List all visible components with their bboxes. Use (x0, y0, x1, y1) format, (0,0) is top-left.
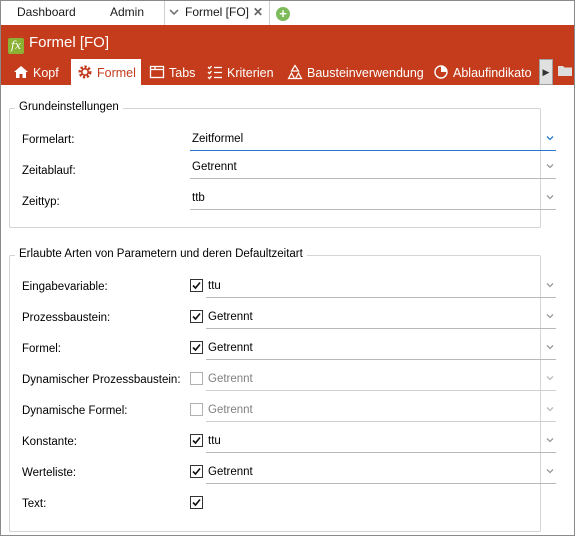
parameter-arten-group: Erlaubte Arten von Parametern und deren … (9, 248, 556, 532)
prozessbaustein-checkbox[interactable] (190, 310, 203, 323)
tab-ablaufindikator[interactable]: Ablaufindikato (433, 59, 537, 85)
formel-checkbox[interactable] (190, 341, 203, 354)
eingabevariable-value: ttu (208, 280, 221, 292)
formelart-combo[interactable]: Zeitformel (190, 131, 556, 151)
close-icon[interactable]: ✕ (253, 5, 263, 19)
doc-tab-formel[interactable]: Formel [FO] ✕ (164, 1, 271, 25)
formelart-label: Formelart: (22, 134, 75, 146)
chevron-down-icon[interactable] (546, 193, 554, 201)
formel-combo[interactable]: Getrennt (206, 340, 556, 360)
gear-icon (77, 64, 93, 80)
folder-icon[interactable] (557, 63, 573, 81)
eingabevariable-label: Eingabevariable: (22, 281, 108, 293)
dynamische-formel-label: Dynamische Formel: (22, 405, 128, 417)
zeitablauf-value: Getrennt (192, 161, 237, 173)
tab-scroll-right-button[interactable]: ▶ (539, 59, 553, 85)
dynamische-formel-combo[interactable]: Getrennt (206, 402, 556, 422)
tab-kriterien-label: Kriterien (227, 66, 274, 80)
konstante-label: Konstante: (22, 436, 77, 448)
eingabevariable-checkbox[interactable] (190, 279, 203, 292)
formelart-value: Zeitformel (192, 133, 244, 145)
chevron-down-icon[interactable] (546, 162, 554, 170)
window-title: fx Formel [FO] (8, 34, 109, 54)
werteliste-checkbox[interactable] (190, 465, 203, 478)
document-tab-strip: Dashboard Admin Formel [FO] ✕ + (1, 1, 574, 25)
prozessbaustein-combo[interactable]: Getrennt (206, 309, 556, 329)
chevron-down-icon[interactable] (546, 436, 554, 444)
checklist-icon (207, 64, 223, 80)
werteliste-value: Getrennt (208, 466, 253, 478)
add-tab-icon[interactable]: + (276, 7, 290, 21)
dynamische-formel-checkbox[interactable] (190, 403, 203, 416)
chevron-down-icon[interactable] (546, 374, 554, 382)
chevron-down-icon[interactable] (546, 134, 554, 142)
doc-tab-admin[interactable]: Admin (110, 5, 144, 19)
konstante-checkbox[interactable] (190, 434, 203, 447)
text-checkbox[interactable] (190, 496, 203, 509)
eingabevariable-combo[interactable]: ttu (206, 278, 556, 298)
window-title-label: Formel [FO] (29, 34, 110, 51)
tab-kopf[interactable]: Kopf (13, 59, 59, 85)
grundeinstellungen-group: Grundeinstellungen Formelart: Zeitformel… (9, 101, 556, 228)
chevron-down-icon[interactable] (546, 281, 554, 289)
tabs-icon (149, 64, 165, 80)
dynamischer-prozessbaustein-value: Getrennt (208, 373, 253, 385)
chevron-down-icon[interactable] (546, 343, 554, 351)
zeitablauf-combo[interactable]: Getrennt (190, 159, 556, 179)
tab-formel[interactable]: Formel (71, 59, 141, 85)
werteliste-label: Werteliste: (22, 467, 77, 479)
konstante-value: ttu (208, 435, 221, 447)
tab-bausteinverwendung[interactable]: Bausteinverwendung (287, 59, 424, 85)
dynamischer-prozessbaustein-checkbox[interactable] (190, 372, 203, 385)
prozessbaustein-value: Getrennt (208, 311, 253, 323)
zeittyp-combo[interactable]: ttb (190, 190, 556, 210)
home-icon (13, 64, 29, 80)
zeitablauf-label: Zeitablauf: (22, 165, 76, 177)
dynamische-formel-value: Getrennt (208, 404, 253, 416)
zeittyp-label: Zeittyp: (22, 196, 60, 208)
shapes-icon (287, 64, 303, 80)
formel-value: Getrennt (208, 342, 253, 354)
konstante-combo[interactable]: ttu (206, 433, 556, 453)
tab-tabs[interactable]: Tabs (149, 59, 195, 85)
tab-kopf-label: Kopf (33, 66, 59, 80)
doc-tab-dashboard[interactable]: Dashboard (17, 5, 76, 19)
tab-bausteinverwendung-label: Bausteinverwendung (307, 66, 424, 80)
grundeinstellungen-title: Grundeinstellungen (15, 101, 123, 113)
tab-formel-label: Formel (97, 66, 136, 80)
chevron-down-icon[interactable] (546, 312, 554, 320)
formula-icon: fx (8, 38, 24, 54)
chevron-down-icon[interactable] (546, 467, 554, 475)
text-label: Text: (22, 498, 47, 510)
tab-tabs-label: Tabs (169, 66, 196, 80)
chevron-down-icon[interactable] (169, 8, 181, 19)
tab-bar: Kopf Formel Tabs Kriterien Bausteinverwe… (1, 59, 574, 85)
dynamischer-prozessbaustein-combo[interactable]: Getrennt (206, 371, 556, 391)
chevron-down-icon[interactable] (546, 405, 554, 413)
module-header: fx Formel [FO] Kopf Formel Tabs Kriterien (1, 25, 574, 85)
prozessbaustein-label: Prozessbaustein: (22, 312, 111, 324)
formel-label: Formel: (22, 343, 61, 355)
werteliste-combo[interactable]: Getrennt (206, 464, 556, 484)
tab-kriterien[interactable]: Kriterien (207, 59, 274, 85)
tab-ablaufindikator-label: Ablaufindikato (453, 66, 532, 80)
dynamischer-prozessbaustein-label: Dynamischer Prozessbaustein: (22, 374, 181, 386)
parameter-arten-title: Erlaubte Arten von Parametern und deren … (15, 248, 307, 260)
doc-tab-formel-label: Formel [FO] (185, 5, 250, 19)
zeittyp-value: ttb (192, 192, 205, 204)
pie-icon (433, 64, 449, 80)
